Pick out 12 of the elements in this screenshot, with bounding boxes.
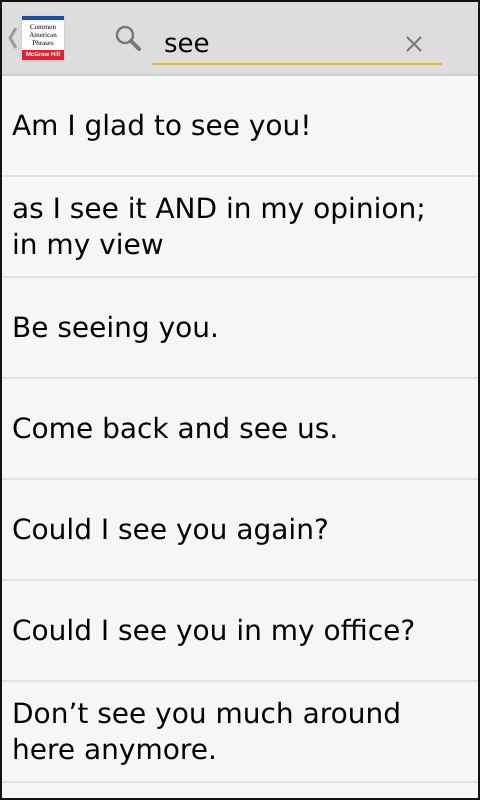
phrase-item[interactable]: Could I see you again?	[12, 512, 329, 548]
phrase-item[interactable]: Could I see you in my office?	[12, 612, 416, 648]
phrase-item[interactable]: Am I glad to see you!	[12, 108, 312, 144]
phrase-item[interactable]: Don’t see you much around here anymore.	[12, 696, 450, 768]
phrase-item[interactable]: as I see it AND in my opinion; in my view	[12, 190, 450, 262]
phrase-item[interactable]: Be seeing you.	[12, 310, 219, 346]
search-icon	[114, 24, 142, 52]
search-input[interactable]: see	[164, 26, 402, 62]
close-icon	[405, 35, 423, 53]
phrase-item[interactable]: Come back and see us.	[12, 410, 338, 446]
search-field[interactable]: see	[152, 25, 442, 65]
back-icon	[8, 26, 18, 50]
